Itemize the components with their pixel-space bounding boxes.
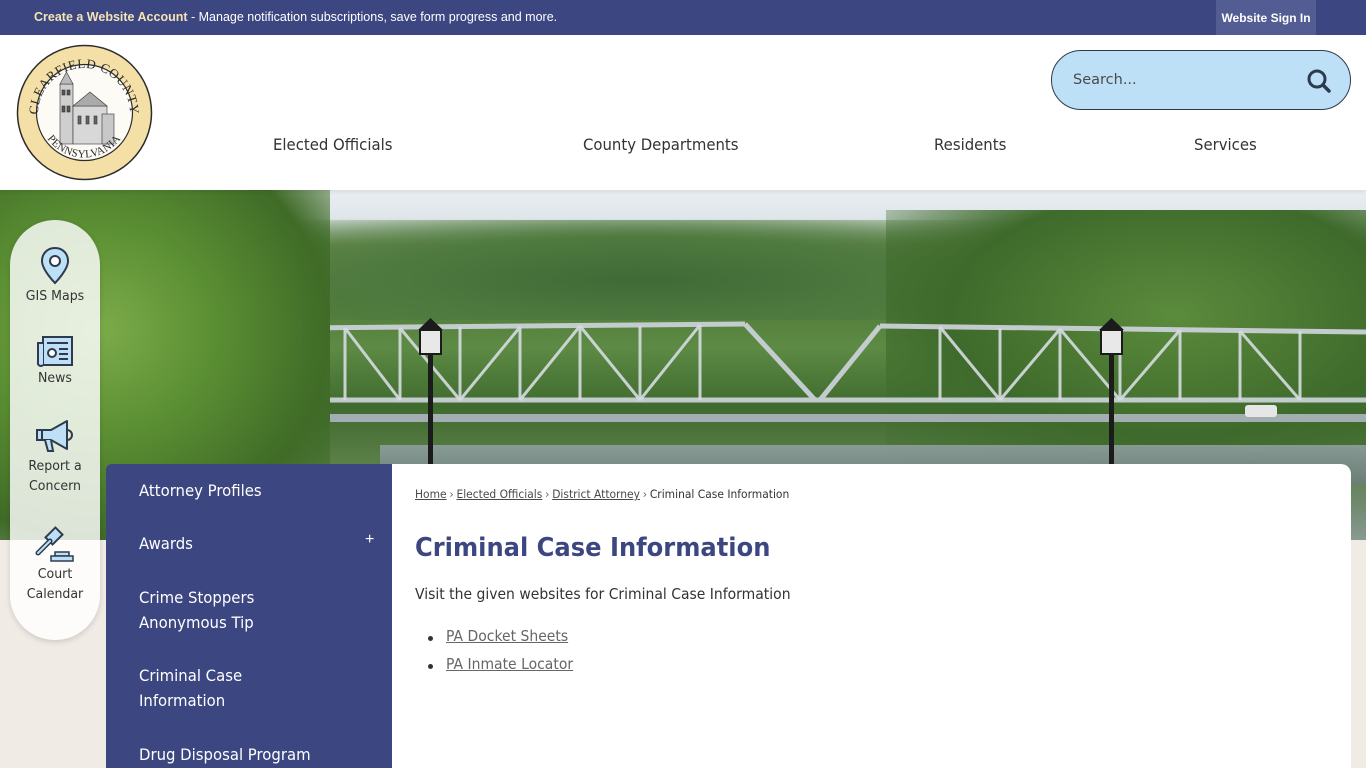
website-sign-in-button[interactable]: Website Sign In [1216, 0, 1316, 35]
breadcrumb-separator: › [642, 487, 648, 501]
main-navigation: Elected Officials County Departments Res… [0, 135, 1366, 161]
section-side-navigation: Attorney Profiles Awards + Crime Stopper… [106, 464, 392, 768]
search-icon[interactable] [1306, 68, 1332, 94]
pa-inmate-locator-link[interactable]: PA Inmate Locator [446, 655, 573, 673]
intro-text: Visit the given websites for Criminal Ca… [415, 585, 791, 603]
lamp-post-left [418, 318, 443, 465]
sidenav-item-label: Crime Stoppers [139, 588, 255, 607]
top-utility-bar: Create a Website Account - Manage notifi… [0, 0, 1366, 35]
quick-link-report-concern[interactable]: Report a Concern [10, 418, 100, 496]
quick-link-label: Court [37, 566, 73, 582]
map-pin-icon [40, 246, 70, 285]
breadcrumb: Home › Elected Officials › District Attorney… [415, 487, 789, 501]
expand-awards-button[interactable]: + [365, 531, 379, 548]
list-item: PA Docket Sheets [415, 627, 583, 655]
quick-link-label: Calendar [26, 586, 84, 602]
breadcrumb-elected-officials[interactable]: Elected Officials [456, 487, 542, 501]
quick-link-gis-maps[interactable]: GIS Maps [10, 246, 100, 306]
sidenav-item-label: Criminal Case [139, 666, 243, 685]
nav-county-departments[interactable]: County Departments [583, 135, 739, 154]
quick-link-news[interactable]: News [10, 334, 100, 388]
quick-link-label: News [38, 370, 72, 386]
search-box [1051, 50, 1351, 110]
account-promo: Create a Website Account - Manage notifi… [34, 10, 557, 24]
breadcrumb-separator: › [545, 487, 550, 501]
sidenav-item-crime-stoppers[interactable]: Crime Stoppers Anonymous Tip [139, 585, 353, 635]
sidenav-item-criminal-case-information[interactable]: Criminal Case Information [139, 663, 353, 713]
sidenav-item-label: Drug Disposal Program [139, 745, 311, 764]
page-title: Criminal Case Information [415, 533, 771, 563]
quick-link-label: Concern [29, 478, 81, 494]
gavel-icon [35, 526, 74, 562]
quick-link-court-calendar[interactable]: Court Calendar [10, 526, 100, 604]
newspaper-icon [36, 336, 73, 367]
list-item: PA Inmate Locator [415, 655, 583, 683]
pa-docket-sheets-link[interactable]: PA Docket Sheets [446, 627, 568, 645]
sidenav-item-drug-disposal-program[interactable]: Drug Disposal Program [139, 742, 353, 767]
quick-links-panel: GIS Maps News Report a Concern Court Cal… [10, 220, 100, 640]
breadcrumb-district-attorney[interactable]: District Attorney [552, 487, 640, 501]
site-header: CLEARFIELD COUNTY PENNSYLVANIA Elected O… [0, 35, 1366, 190]
resource-links-list: PA Docket Sheets PA Inmate Locator [415, 627, 583, 683]
main-content: Home › Elected Officials › District Attorney… [392, 464, 1351, 768]
megaphone-icon [36, 420, 73, 452]
quick-link-label: GIS Maps [25, 288, 85, 304]
car-on-bridge [1245, 405, 1277, 417]
create-account-link[interactable]: Create a Website Account [34, 10, 188, 24]
search-input[interactable] [1052, 72, 1292, 88]
sidenav-item-label: Attorney Profiles [139, 481, 262, 500]
sidenav-item-awards[interactable]: Awards [139, 531, 353, 556]
account-promo-text: - Manage notification subscriptions, sav… [187, 10, 558, 24]
sidenav-item-label: Information [139, 691, 226, 710]
breadcrumb-current: Criminal Case Information [649, 487, 790, 501]
sidenav-item-attorney-profiles[interactable]: Attorney Profiles [139, 478, 353, 503]
nav-residents[interactable]: Residents [934, 135, 1006, 154]
quick-link-label: Report a [28, 458, 82, 474]
breadcrumb-home[interactable]: Home [415, 487, 447, 501]
sidenav-item-label: Awards [139, 534, 193, 553]
nav-services[interactable]: Services [1194, 135, 1257, 154]
nav-elected-officials[interactable]: Elected Officials [273, 135, 392, 154]
breadcrumb-separator: › [449, 487, 454, 501]
sidenav-item-label: Anonymous Tip [139, 613, 254, 632]
